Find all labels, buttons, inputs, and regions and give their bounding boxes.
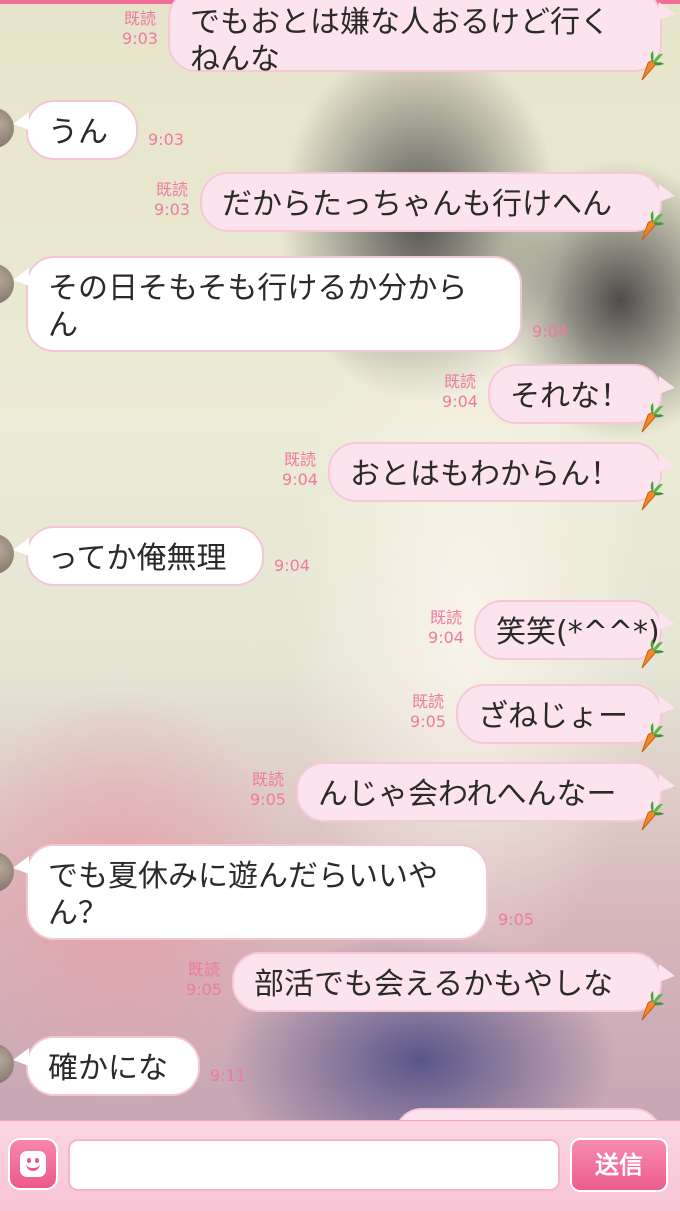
bubble-tail bbox=[659, 376, 675, 394]
message-time: 9:04 bbox=[282, 470, 318, 489]
bubble-tail bbox=[13, 538, 29, 556]
carrot-icon bbox=[636, 722, 666, 756]
message-time: 9:05 bbox=[250, 790, 286, 809]
bubble-tail bbox=[659, 2, 675, 20]
message-time: 9:03 bbox=[122, 29, 158, 48]
bubble-tail bbox=[13, 112, 29, 130]
carrot-icon bbox=[636, 638, 666, 672]
message-text-line: んじゃ会われへんなー bbox=[318, 777, 617, 812]
message-text-line: それな！ bbox=[510, 379, 630, 414]
message-bubble[interactable]: 確かにな bbox=[26, 1036, 200, 1096]
bubble-tail bbox=[659, 184, 675, 202]
message-text-line: ん bbox=[48, 308, 78, 343]
carrot-icon bbox=[636, 50, 666, 84]
message-time: 9:04 bbox=[442, 392, 478, 411]
message-text-line: でもおとは嫌な人おるけど行く bbox=[190, 5, 610, 40]
bubble-tail bbox=[659, 774, 675, 792]
message-text-line: ってか俺無理 bbox=[48, 541, 227, 576]
message-bubble[interactable]: だからたっちゃんも行けへん bbox=[200, 172, 662, 232]
message-time: 9:05 bbox=[186, 980, 222, 999]
message-bubble[interactable]: その日そもそも行けるか分からん bbox=[26, 256, 522, 352]
carrot-icon bbox=[636, 990, 666, 1024]
message-text-input[interactable] bbox=[68, 1139, 560, 1191]
message-time: 9:04 bbox=[274, 556, 310, 575]
bubble-tail bbox=[659, 964, 675, 982]
message-text-line: ざねじょー bbox=[478, 699, 628, 734]
bubble-tail bbox=[659, 612, 675, 630]
message-text-line: おとはもわからん！ bbox=[350, 457, 620, 492]
message-bubble[interactable]: 部活でも会えるかもやしな bbox=[232, 952, 662, 1012]
message-text-line: でも夏休みに遊んだらいいや bbox=[48, 859, 438, 894]
message-text-line: 部活でも会えるかもやしな bbox=[254, 967, 614, 1002]
read-receipt: 既読 bbox=[155, 180, 188, 199]
message-time: 9:04 bbox=[532, 322, 568, 341]
message-bubble[interactable]: 笑笑(*^^*) bbox=[474, 600, 662, 660]
message-bubble[interactable]: ざねじょー bbox=[456, 684, 662, 744]
read-receipt: 既読 bbox=[251, 770, 284, 789]
bubble-tail bbox=[13, 856, 29, 874]
bubble-tail bbox=[659, 454, 675, 472]
message-text-line: その日そもそも行けるか分から bbox=[48, 271, 468, 306]
emoji-button[interactable] bbox=[8, 1138, 58, 1190]
message-time: 9:03 bbox=[148, 130, 184, 149]
read-receipt: 既読 bbox=[187, 960, 220, 979]
message-time: 9:03 bbox=[154, 200, 190, 219]
bubble-tail bbox=[13, 268, 29, 286]
message-bubble[interactable]: うん bbox=[26, 100, 138, 160]
message-time: 9:11 bbox=[210, 1066, 246, 1085]
message-bubble[interactable]: でもおとは嫌な人おるけど行く ねんな bbox=[168, 0, 662, 77]
message-time: 9:05 bbox=[410, 712, 446, 731]
read-receipt: 既読 bbox=[411, 692, 444, 711]
carrot-icon bbox=[636, 402, 666, 436]
carrot-icon bbox=[636, 210, 666, 244]
carrot-icon bbox=[636, 800, 666, 834]
read-receipt: 既読 bbox=[123, 9, 156, 28]
bubble-tail bbox=[13, 1048, 29, 1066]
message-bubble[interactable]: でも夏休みに遊んだらいいや ん？ bbox=[26, 844, 488, 940]
message-text-line: ねんな bbox=[190, 42, 280, 77]
message-text-line: だからたっちゃんも行けへん bbox=[222, 187, 612, 222]
message-time: 9:04 bbox=[428, 628, 464, 647]
carrot-icon bbox=[636, 480, 666, 514]
message-bubble[interactable]: ってか俺無理 bbox=[26, 526, 264, 586]
read-receipt: 既読 bbox=[443, 372, 476, 391]
message-bubble[interactable]: おとはもわからん！ bbox=[328, 442, 662, 502]
smiley-face-icon bbox=[20, 1151, 46, 1177]
read-receipt: 既読 bbox=[283, 450, 316, 469]
send-button[interactable]: 送信 bbox=[570, 1138, 668, 1192]
read-receipt: 既読 bbox=[429, 608, 462, 627]
message-time: 9:05 bbox=[498, 910, 534, 929]
message-text-line: 確かにな bbox=[48, 1051, 168, 1086]
message-text-line: うん bbox=[48, 115, 108, 150]
bubble-tail bbox=[659, 696, 675, 714]
message-bubble[interactable]: んじゃ会われへんなー bbox=[296, 762, 662, 822]
message-text-line: 笑笑(*^^*) bbox=[496, 615, 660, 650]
message-text-line: ん？ bbox=[48, 896, 108, 931]
